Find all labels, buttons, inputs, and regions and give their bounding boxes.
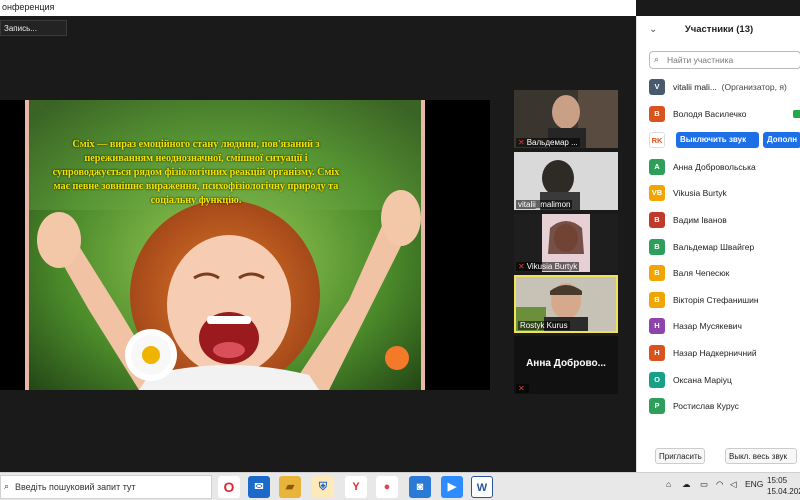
chat-icon[interactable]: ● (376, 476, 398, 498)
participants-title: Участники (13) (684, 24, 754, 35)
participant-name: Назар Мусякевич (673, 321, 742, 332)
muted-mic-icon: ✕ (518, 138, 525, 147)
participant-row[interactable]: О Оксана Маріуц (637, 367, 800, 394)
mail-icon[interactable]: ✉ (248, 476, 270, 498)
participant-row[interactable]: VB Vikusia Burtyk (637, 180, 800, 207)
participants-panel: ⌄ Участники (13) ⌕ Найти участника V vit… (636, 16, 800, 472)
window-title: онференция (2, 2, 55, 12)
video-on-icon (793, 109, 800, 118)
participant-row[interactable]: А Анна Добровольська (637, 154, 800, 181)
more-options-button[interactable]: Дополн (763, 132, 800, 149)
shield-icon[interactable]: ⛨ (312, 476, 334, 498)
avatar: VB (649, 185, 665, 202)
participant-row[interactable]: В Вальдемар Швайгер (637, 234, 800, 261)
invite-button[interactable]: Пригласить (655, 448, 705, 464)
avatar: А (649, 158, 665, 175)
participant-row[interactable]: В Вікторія Стефанишин (637, 287, 800, 314)
opera-icon[interactable]: O (218, 476, 240, 498)
screen: онференция Запись... Сміх — вираз емоцій… (0, 0, 800, 500)
video-tile[interactable]: vitalii_malimon (514, 152, 618, 210)
video-tile[interactable]: ✕ Вальдемар ... (514, 90, 618, 148)
participant-name: Анна Добровольська (673, 161, 756, 172)
windows-taskbar: ⌕ Введіть пошуковий запит тут O ✉ ▰ ⛨ Y … (0, 472, 800, 500)
zoom-icon[interactable]: ▶ (441, 476, 463, 498)
participants-footer: Пригласить Выкл. весь звук (637, 448, 800, 472)
avatar: V (649, 79, 665, 95)
participant-search-input[interactable]: ⌕ Найти участника (649, 51, 800, 69)
participant-row[interactable]: В Володя Василечко (637, 101, 800, 128)
participant-row[interactable]: Н Назар Надкерничний (637, 340, 800, 367)
video-tile-name: ✕ Вальдемар ... (516, 138, 580, 147)
participant-list: V vitalii mali... (Организатор, я) В Вол… (637, 74, 800, 420)
video-tile[interactable]: ✕ Vikusia Burtyk (514, 214, 618, 272)
participant-name: Вальдемар Швайгер (673, 241, 755, 252)
participant-row[interactable]: V vitalii mali... (Организатор, я) (637, 74, 800, 101)
slide-image: Сміх — вираз емоційного стану людини, по… (25, 100, 425, 390)
avatar: В (649, 105, 665, 122)
language-indicator[interactable]: ENG (745, 479, 763, 489)
video-tile-camera-off[interactable]: Анна Доброво... ✕ (514, 336, 618, 394)
folder-icon[interactable]: ▰ (279, 476, 301, 498)
video-tile-active-speaker[interactable]: Rostyk Kurus (514, 275, 618, 333)
muted-mic-icon: ✕ (518, 262, 525, 271)
onedrive-icon[interactable]: ☁ (682, 479, 691, 490)
participant-name: Назар Надкерничний (673, 347, 757, 358)
avatar: Н (649, 344, 665, 361)
wifi-icon[interactable]: ◠ (716, 479, 723, 490)
avatar: Р (649, 398, 665, 415)
search-icon: ⌕ (654, 54, 660, 64)
avatar: Н (649, 318, 665, 335)
battery-icon[interactable]: ▭ (700, 479, 708, 490)
avatar: В (649, 238, 665, 255)
participant-row[interactable]: В Вадим Іванов (637, 207, 800, 234)
taskbar-search-input[interactable]: ⌕ Введіть пошуковий запит тут (0, 475, 212, 499)
yandex-icon[interactable]: Y (345, 476, 367, 498)
participants-header: ⌄ Участники (13) (637, 16, 800, 44)
participant-row[interactable]: Н Назар Мусякевич (637, 313, 800, 340)
video-tile-name: vitalii_malimon (516, 200, 573, 209)
avatar: В (649, 265, 665, 282)
meeting-main-area: Запись... Сміх — вираз емоційного стану … (0, 16, 636, 472)
avatar: RK (649, 132, 665, 149)
avatar: О (649, 371, 665, 388)
participant-name-large: Анна Доброво... (526, 358, 606, 369)
volume-icon[interactable]: ◁ (730, 479, 737, 490)
participant-name: Валя Чепесюк (673, 268, 730, 279)
mute-participant-button[interactable]: Выключить звук (676, 132, 759, 149)
participant-name: Ростислав Курус (673, 401, 739, 412)
participant-row-hovered[interactable]: RK Выключить звук Дополн (637, 127, 800, 154)
shared-screen: Сміх — вираз емоційного стану людини, по… (0, 100, 490, 390)
network-icon[interactable]: ⌂ (666, 479, 671, 489)
participant-name: vitalii mali... (Организатор, я) (673, 82, 787, 92)
participant-name: Оксана Маріуц (673, 374, 732, 385)
muted-mic-icon: ✕ (518, 384, 525, 393)
participant-name: Vikusia Burtyk (673, 188, 727, 199)
mute-all-button[interactable]: Выкл. весь звук (725, 448, 797, 464)
recording-indicator[interactable]: Запись... (0, 20, 67, 36)
video-tile-name: ✕ Vikusia Burtyk (516, 262, 580, 271)
avatar: В (649, 291, 665, 308)
participant-name: Володя Василечко (673, 108, 747, 119)
system-clock[interactable]: 15:05 15.04.202 (767, 475, 800, 497)
window-titlebar: онференция (0, 0, 636, 16)
avatar: В (649, 211, 665, 228)
word-icon[interactable]: W (471, 476, 493, 498)
video-tile-name: Rostyk Kurus (518, 321, 570, 330)
video-tile-name: ✕ (516, 384, 529, 393)
participant-row[interactable]: Р Ростислав Курус (637, 393, 800, 420)
participant-name: Вадим Іванов (673, 214, 727, 225)
slide-text: Сміх — вираз емоційного стану людини, по… (52, 139, 340, 206)
slide-orange-dot (385, 346, 409, 370)
photos-icon[interactable]: ◙ (409, 476, 431, 498)
participant-row[interactable]: В Валя Чепесюк (637, 260, 800, 287)
search-icon: ⌕ (4, 481, 10, 491)
participant-name: Вікторія Стефанишин (673, 294, 759, 305)
